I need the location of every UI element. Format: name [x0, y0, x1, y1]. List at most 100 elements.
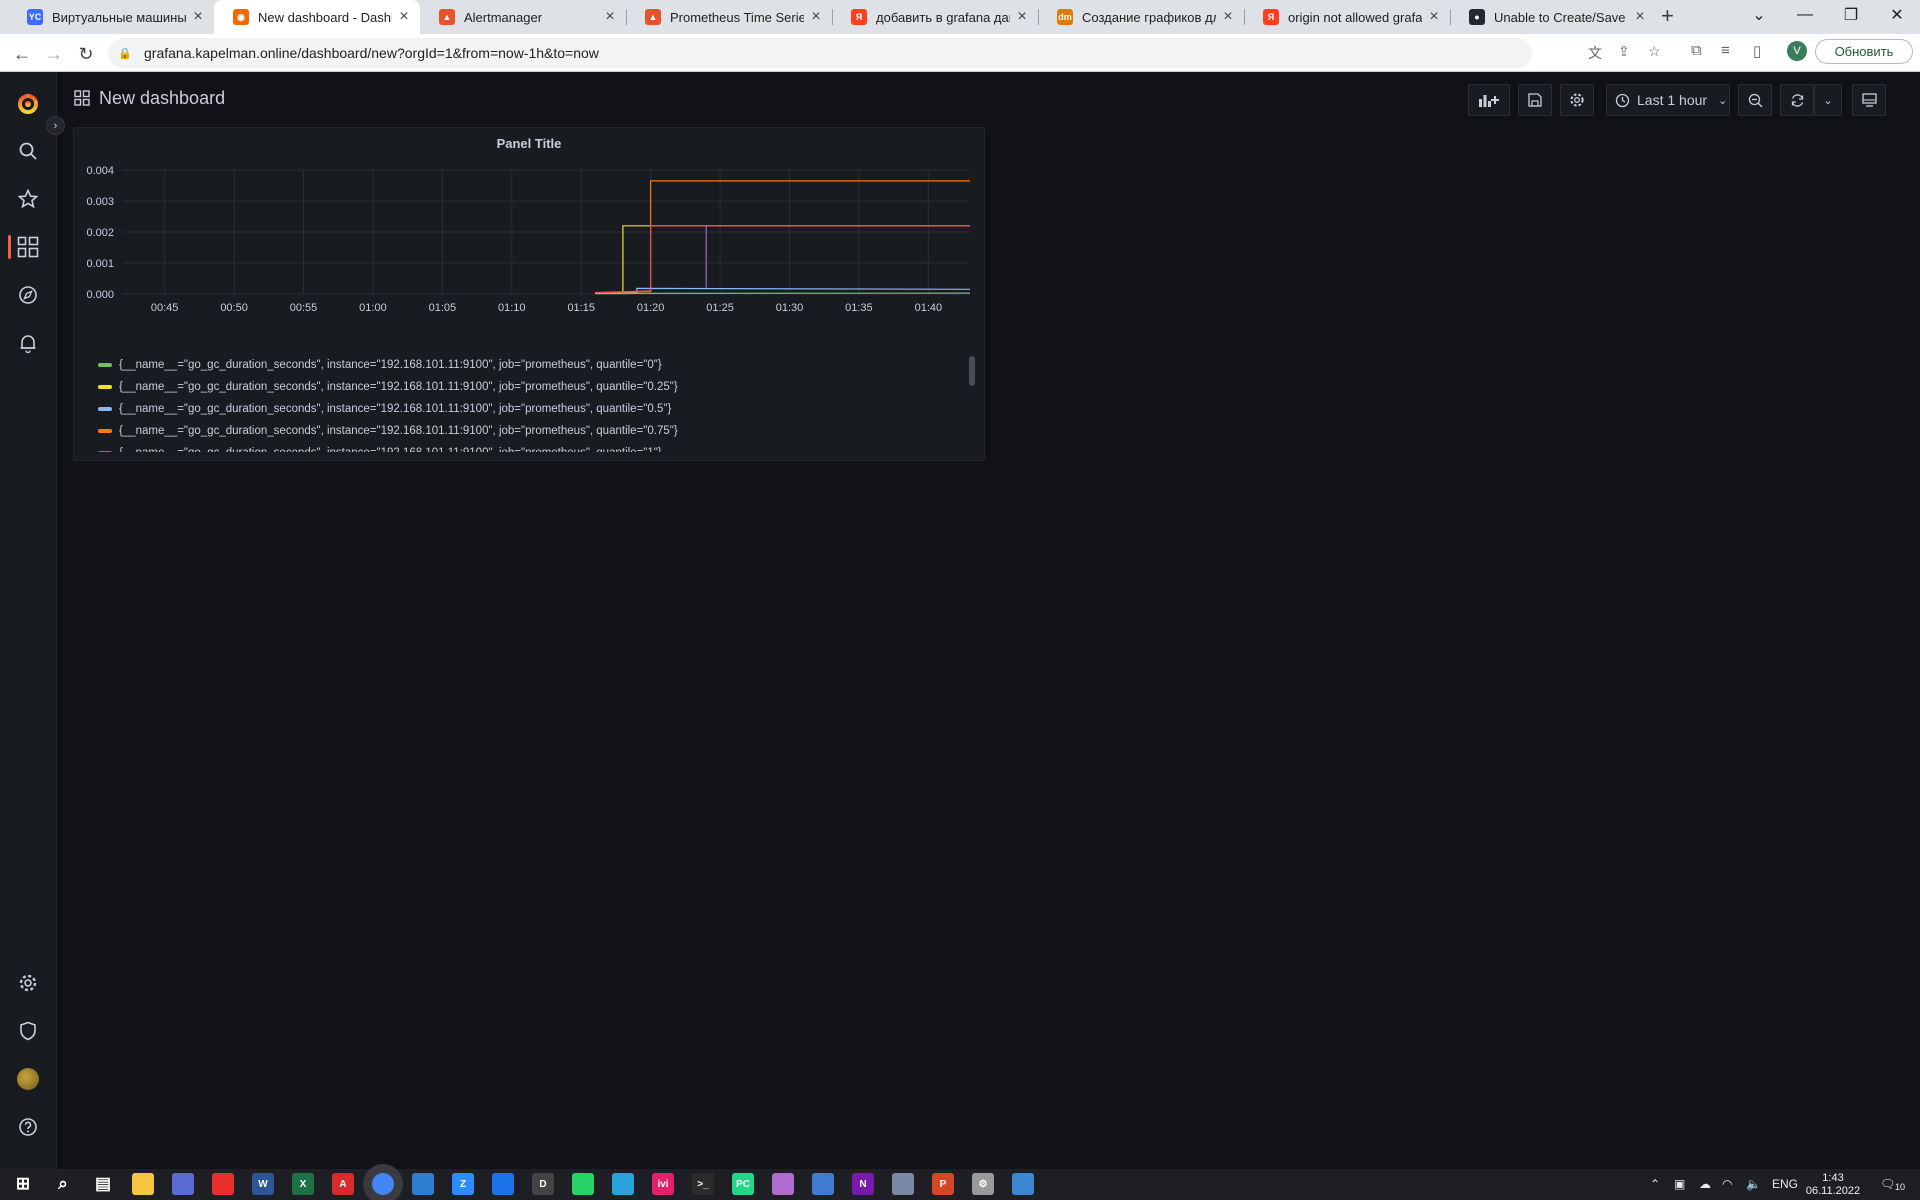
- expand-menu-chevron-icon[interactable]: ›: [46, 116, 65, 135]
- translate-icon[interactable]: 文: [1588, 43, 1602, 63]
- minimize-button[interactable]: —: [1782, 0, 1828, 30]
- explorer-icon[interactable]: [132, 1173, 154, 1195]
- close-tab-icon[interactable]: ×: [808, 8, 824, 26]
- dashboards-icon[interactable]: [0, 227, 56, 267]
- bookmark-star-icon[interactable]: ☆: [1648, 43, 1661, 60]
- close-tab-icon[interactable]: ×: [190, 8, 206, 26]
- reload-button[interactable]: ↻: [72, 40, 100, 68]
- settings-icon[interactable]: ⚙: [972, 1173, 994, 1195]
- extensions-icon[interactable]: ⧉: [1691, 42, 1702, 59]
- new-tab-button[interactable]: +: [1661, 3, 1674, 29]
- browser-tab[interactable]: ▲ Prometheus Time Series C×: [626, 0, 832, 34]
- telegram-icon[interactable]: [612, 1173, 634, 1195]
- store-icon[interactable]: [412, 1173, 434, 1195]
- explore-icon[interactable]: [0, 275, 56, 315]
- remote-icon[interactable]: [812, 1173, 834, 1195]
- system-clock[interactable]: 1:43 06.11.2022: [1796, 1172, 1870, 1198]
- wifi-icon[interactable]: ◠: [1722, 1177, 1732, 1191]
- yandex-cloud-icon: YC: [27, 9, 43, 25]
- legend-scrollbar[interactable]: [969, 356, 975, 386]
- profile-avatar[interactable]: V: [1787, 41, 1807, 61]
- legend-item[interactable]: {__name__="go_gc_duration_seconds", inst…: [98, 442, 958, 452]
- excel-icon[interactable]: X: [292, 1173, 314, 1195]
- browser-tab[interactable]: Ядобавить в grafana данны×: [832, 0, 1038, 34]
- browser-tab[interactable]: ◉ New dashboard - Dashboa×: [214, 0, 420, 34]
- close-tab-icon[interactable]: ×: [1014, 8, 1030, 26]
- pycharm-icon[interactable]: PC: [732, 1173, 754, 1195]
- browser-tab[interactable]: Яorigin not allowed grafana×: [1244, 0, 1450, 34]
- update-browser-button[interactable]: Обновить: [1815, 39, 1913, 64]
- volume-icon[interactable]: 🔈: [1746, 1177, 1761, 1191]
- powerpoint-icon[interactable]: P: [932, 1173, 954, 1195]
- timeseries-chart[interactable]: 0.000 0.001 0.002 0.003 0.004 00:45 00:50 00:55…: [74, 158, 986, 358]
- files-icon[interactable]: [892, 1173, 914, 1195]
- acrobat-icon[interactable]: A: [332, 1173, 354, 1195]
- media-player-icon[interactable]: [212, 1173, 234, 1195]
- side-panel-icon[interactable]: ▯: [1753, 42, 1761, 60]
- browser-tab[interactable]: YC Виртуальные машины | Ya×: [8, 0, 214, 34]
- legend-item[interactable]: {__name__="go_gc_duration_seconds", inst…: [98, 376, 958, 398]
- screen-capture-icon[interactable]: ▣: [1674, 1177, 1685, 1191]
- view-mode-button[interactable]: [1852, 84, 1886, 116]
- close-tab-icon[interactable]: ×: [1426, 8, 1442, 26]
- close-tab-icon[interactable]: ×: [602, 8, 618, 26]
- onenote-icon[interactable]: N: [852, 1173, 874, 1195]
- notification-center-icon[interactable]: 🗨: [1880, 1177, 1895, 1191]
- photos-icon[interactable]: [1012, 1173, 1034, 1195]
- show-hidden-icons-chevron-icon[interactable]: ⌃: [1650, 1177, 1660, 1191]
- cloud-sync-icon[interactable]: ☁: [1699, 1177, 1711, 1191]
- maximize-button[interactable]: ❐: [1828, 0, 1874, 30]
- save-dashboard-button[interactable]: [1518, 84, 1552, 116]
- close-window-button[interactable]: ✕: [1874, 0, 1920, 30]
- browser-tab[interactable]: ● Unable to Create/Save Das×: [1450, 0, 1656, 34]
- graph-panel[interactable]: Panel Title 0.000 0.001 0.002 0.003 0.004 00:…: [73, 127, 985, 461]
- terminal-icon[interactable]: >_: [692, 1173, 714, 1195]
- chrome-icon[interactable]: [372, 1173, 394, 1195]
- zoom-icon[interactable]: Z: [452, 1173, 474, 1195]
- page-title[interactable]: New dashboard: [99, 88, 225, 109]
- address-bar[interactable]: 🔒 grafana.kapelman.online/dashboard/new?…: [108, 38, 1532, 68]
- tab-title: Unable to Create/Save Das: [1494, 9, 1628, 25]
- clock-time: 1:43: [1822, 1172, 1844, 1184]
- start-icon[interactable]: ⊞: [12, 1173, 34, 1195]
- x-tick-label: 00:45: [151, 302, 179, 314]
- save-icon[interactable]: [172, 1173, 194, 1195]
- browser-tab[interactable]: ▲ Alertmanager ×: [420, 0, 626, 34]
- add-panel-button[interactable]: [1468, 84, 1510, 116]
- refresh-interval-dropdown[interactable]: ⌄: [1814, 84, 1842, 116]
- back-button[interactable]: ←: [8, 40, 36, 68]
- mail-icon[interactable]: [492, 1173, 514, 1195]
- word-icon[interactable]: W: [252, 1173, 274, 1195]
- share-icon[interactable]: ⇪: [1618, 43, 1630, 60]
- dashboard-settings-button[interactable]: [1560, 84, 1594, 116]
- legend-item[interactable]: {__name__="go_gc_duration_seconds", inst…: [98, 420, 958, 442]
- whatsapp-icon[interactable]: [572, 1173, 594, 1195]
- panel-title[interactable]: Panel Title: [74, 136, 984, 151]
- url-text[interactable]: grafana.kapelman.online/dashboard/new?or…: [144, 45, 599, 61]
- close-tab-icon[interactable]: ×: [1220, 8, 1236, 26]
- dell-icon[interactable]: D: [532, 1173, 554, 1195]
- task-view-icon[interactable]: ▤: [92, 1173, 114, 1195]
- tab-search-icon[interactable]: ⌄: [1736, 0, 1782, 30]
- close-tab-icon[interactable]: ×: [396, 8, 412, 26]
- git-icon[interactable]: [772, 1173, 794, 1195]
- alerting-bell-icon[interactable]: [0, 323, 56, 363]
- help-icon[interactable]: [0, 1107, 56, 1147]
- user-avatar[interactable]: [0, 1059, 56, 1099]
- search-icon[interactable]: ⌕: [52, 1173, 74, 1195]
- ivi-icon[interactable]: ivi: [652, 1173, 674, 1195]
- search-icon[interactable]: [0, 131, 56, 171]
- time-picker-button[interactable]: Last 1 hour ⌄: [1606, 84, 1730, 116]
- legend-item[interactable]: {__name__="go_gc_duration_seconds", inst…: [98, 398, 958, 420]
- server-admin-shield-icon[interactable]: [0, 1011, 56, 1051]
- language-indicator[interactable]: ENG: [1772, 1177, 1798, 1191]
- close-tab-icon[interactable]: ×: [1632, 8, 1648, 26]
- legend-item[interactable]: {__name__="go_gc_duration_seconds", inst…: [98, 354, 958, 376]
- zoom-out-button[interactable]: [1738, 84, 1772, 116]
- browser-tab[interactable]: dm Создание графиков для м×: [1038, 0, 1244, 34]
- starred-icon[interactable]: [0, 179, 56, 219]
- forward-button[interactable]: →: [40, 40, 68, 68]
- configuration-gear-icon[interactable]: [0, 963, 56, 1003]
- media-control-icon[interactable]: ≡: [1721, 42, 1730, 59]
- refresh-button[interactable]: [1780, 84, 1814, 116]
